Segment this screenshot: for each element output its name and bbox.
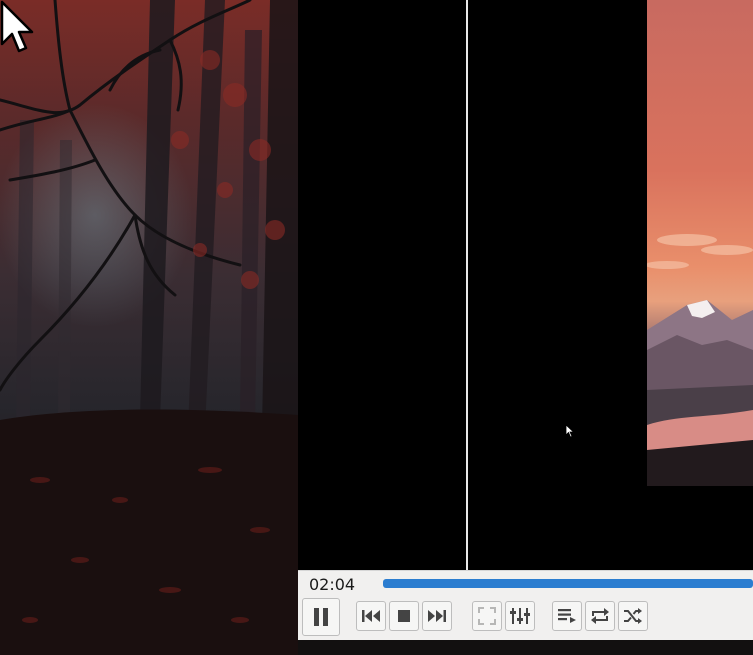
- next-button[interactable]: [422, 601, 452, 631]
- repeat-icon: [591, 608, 609, 624]
- video-frame: [647, 0, 753, 486]
- elapsed-time: 02:04: [309, 575, 356, 594]
- fullscreen-icon: [478, 607, 496, 625]
- skip-forward-icon: [428, 610, 446, 622]
- mouse-cursor-icon: [0, 0, 34, 53]
- seek-progress-fill: [383, 579, 753, 588]
- pause-icon: [314, 608, 328, 626]
- fullscreen-button[interactable]: [472, 601, 502, 631]
- playlist-button[interactable]: [552, 601, 582, 631]
- screen: 02:04: [0, 0, 753, 655]
- stop-button[interactable]: [389, 601, 419, 631]
- shuffle-button[interactable]: [618, 601, 648, 631]
- shuffle-icon: [624, 608, 642, 624]
- vlc-control-bar: 02:04: [298, 570, 753, 641]
- desktop-bottom-strip: [298, 640, 753, 655]
- loop-button[interactable]: [585, 601, 615, 631]
- video-output[interactable]: [298, 0, 753, 655]
- stop-icon: [398, 610, 410, 622]
- equalizer-icon: [510, 608, 530, 624]
- small-cursor-icon: [565, 424, 575, 438]
- extended-settings-button[interactable]: [505, 601, 535, 631]
- forest-illustration: [0, 0, 298, 655]
- previous-button[interactable]: [356, 601, 386, 631]
- window-divider: [466, 0, 468, 655]
- skip-back-icon: [362, 610, 380, 622]
- playlist-icon: [558, 609, 576, 623]
- desktop-wallpaper: [0, 0, 298, 655]
- pause-button[interactable]: [302, 598, 340, 636]
- mountain-scene: [647, 234, 753, 486]
- seek-slider[interactable]: [383, 579, 753, 588]
